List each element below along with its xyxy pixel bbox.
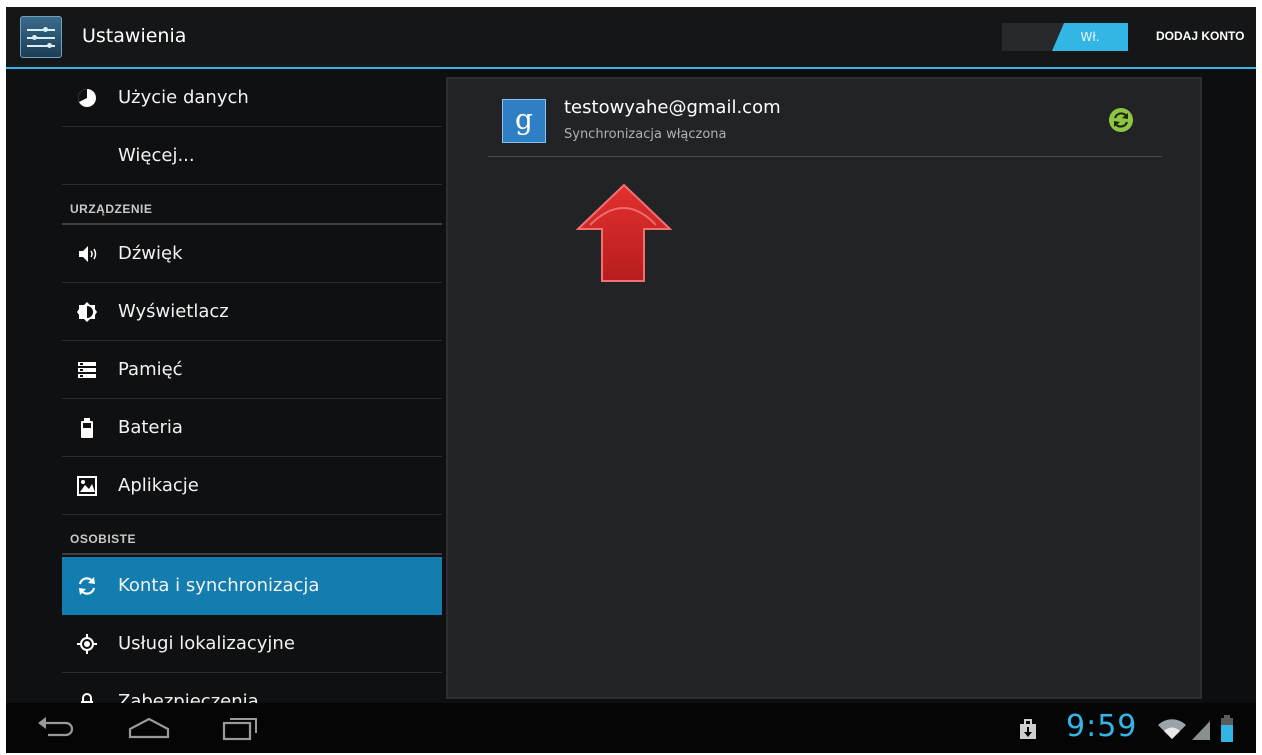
- sidebar-item-label: Użycie danych: [118, 87, 249, 108]
- section-header-personal: OSOBISTE: [62, 527, 442, 555]
- app-title: Ustawienia: [82, 25, 187, 47]
- sidebar-item-storage[interactable]: Pamięć: [62, 341, 442, 399]
- sidebar-item-data-usage[interactable]: Użycie danych: [62, 69, 442, 127]
- sidebar-item-apps[interactable]: Aplikacje: [62, 457, 442, 515]
- accounts-pane: g testowyahe@gmail.com Synchronizacja wł…: [446, 77, 1202, 699]
- settings-list: Użycie danych Więcej... URZĄDZENIE Dźwię…: [6, 69, 446, 731]
- data-usage-icon: [78, 89, 96, 107]
- sidebar-item-label: Aplikacje: [118, 475, 199, 496]
- recent-apps-icon[interactable]: [216, 713, 266, 743]
- sidebar-item-battery[interactable]: Bateria: [62, 399, 442, 457]
- account-email: testowyahe@gmail.com: [564, 97, 781, 118]
- sidebar-item-label: Konta i synchronizacja: [118, 575, 320, 596]
- download-notification-icon[interactable]: [1018, 719, 1038, 741]
- section-header-device: URZĄDZENIE: [62, 197, 442, 225]
- tablet-screen: Ustawienia Wł. DODAJ KONTO Użycie danych…: [6, 7, 1256, 753]
- signal-icon: [1192, 721, 1210, 740]
- sidebar-item-label: Wyświetlacz: [118, 301, 229, 322]
- wifi-icon: [1158, 719, 1186, 739]
- system-nav-bar: 9:59: [6, 703, 1256, 753]
- back-icon[interactable]: [32, 713, 82, 743]
- add-account-button[interactable]: DODAJ KONTO: [1156, 29, 1244, 43]
- sidebar-item-accounts-sync[interactable]: Konta i synchronizacja: [62, 557, 442, 615]
- sidebar-item-more[interactable]: Więcej...: [62, 127, 442, 185]
- display-icon: [77, 302, 97, 322]
- status-clock: 9:59: [1066, 709, 1138, 744]
- sidebar-item-display[interactable]: Wyświetlacz: [62, 283, 442, 341]
- battery-icon: [81, 418, 93, 438]
- storage-icon: [78, 362, 96, 378]
- settings-sliders-icon[interactable]: [20, 16, 62, 58]
- sidebar-item-label: Więcej...: [118, 145, 195, 166]
- action-bar: Ustawienia Wł. DODAJ KONTO: [6, 7, 1256, 69]
- sidebar-item-location[interactable]: Usługi lokalizacyjne: [62, 615, 442, 673]
- account-sync-status: Synchronizacja włączona: [564, 127, 727, 142]
- sidebar-item-label: Usługi lokalizacyjne: [118, 633, 295, 654]
- sidebar-item-label: Dźwięk: [118, 243, 183, 264]
- sync-ok-icon: [1109, 108, 1133, 132]
- battery-status-icon: [1221, 715, 1233, 742]
- toggle-on-label: Wł.: [1052, 23, 1128, 51]
- sync-toggle[interactable]: Wł.: [1002, 23, 1128, 51]
- location-icon: [77, 634, 97, 654]
- sidebar-item-label: Pamięć: [118, 359, 183, 380]
- sync-icon: [78, 577, 96, 595]
- apps-icon: [77, 476, 97, 496]
- red-arrow-up-icon: [576, 183, 672, 282]
- google-icon: g: [502, 99, 546, 143]
- sidebar-item-label: Bateria: [118, 417, 183, 438]
- sound-icon: [79, 246, 97, 262]
- section-header-label: URZĄDZENIE: [70, 202, 153, 216]
- home-icon[interactable]: [124, 713, 174, 743]
- account-row[interactable]: g testowyahe@gmail.com Synchronizacja wł…: [488, 89, 1162, 157]
- section-header-label: OSOBISTE: [70, 532, 137, 546]
- sidebar-item-sound[interactable]: Dźwięk: [62, 225, 442, 283]
